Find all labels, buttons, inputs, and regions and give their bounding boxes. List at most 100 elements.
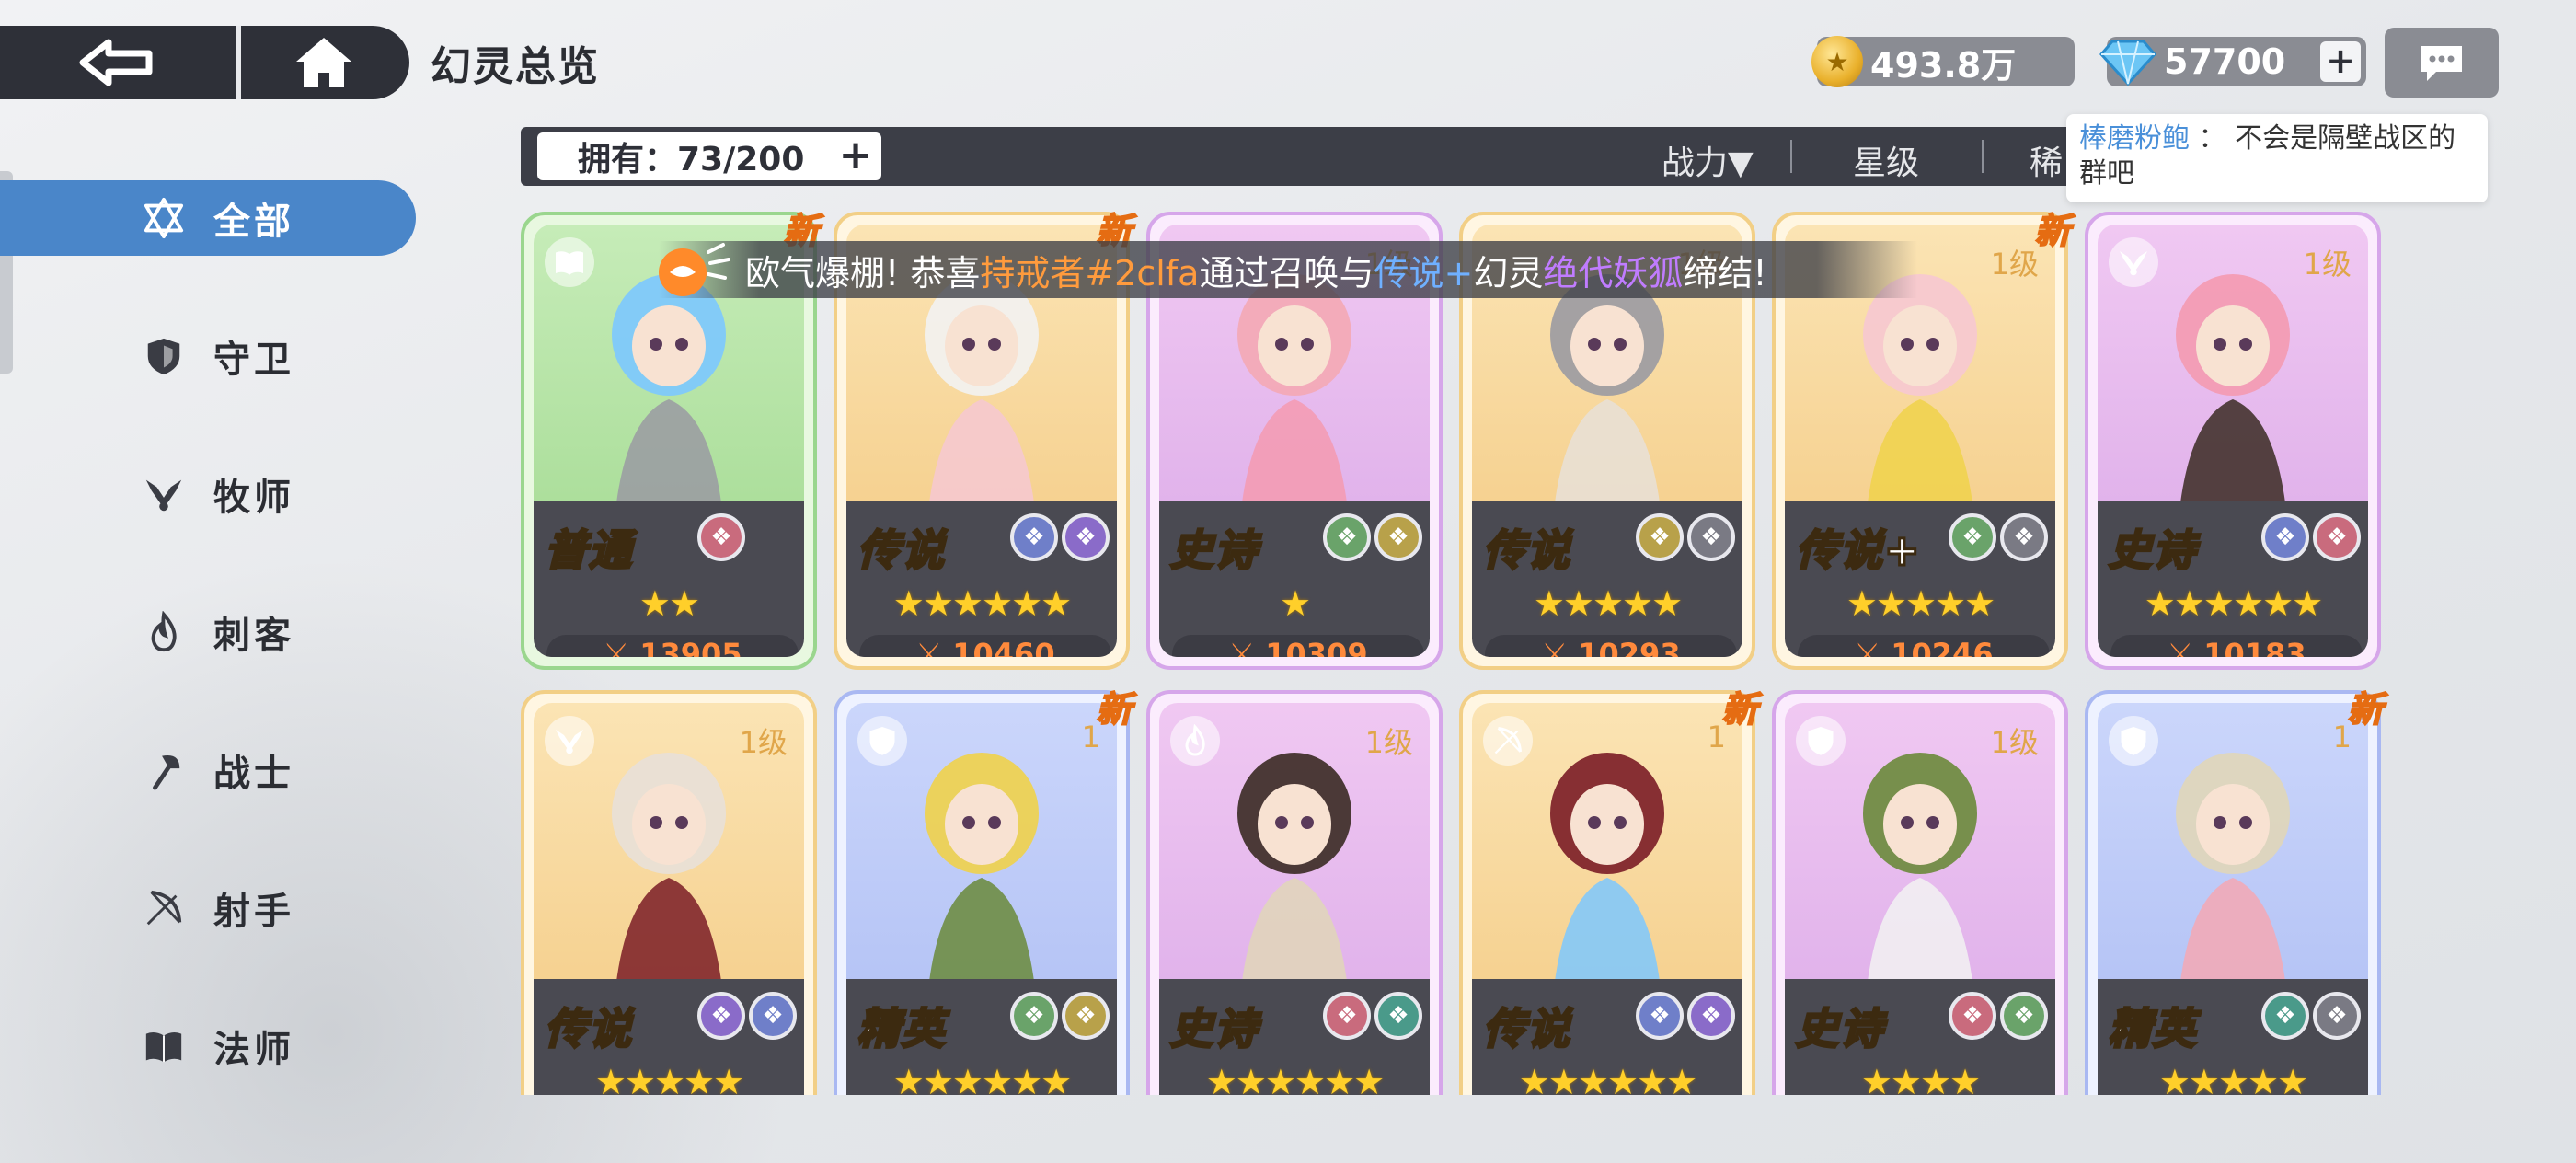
owned-count-label: 拥有：73/200 bbox=[578, 141, 805, 178]
rarity-label: 史诗 bbox=[2108, 524, 2197, 577]
megaphone-icon bbox=[659, 243, 730, 296]
bow-icon bbox=[1483, 716, 1533, 766]
expand-capacity-button[interactable]: + bbox=[835, 135, 876, 177]
level-label: 1级 bbox=[2303, 247, 2352, 282]
character-portrait bbox=[1237, 753, 1351, 1007]
element-icon: ❖ bbox=[1949, 992, 1996, 1040]
spirit-card[interactable]: 传说 ❖ ❖ ★★★★★ 1级 bbox=[521, 690, 817, 1095]
add-gems-button[interactable]: + bbox=[2320, 41, 2361, 82]
sidebar-item[interactable]: 守卫 bbox=[0, 318, 416, 394]
element-icon: ❖ bbox=[1687, 513, 1735, 561]
element-icon: ❖ bbox=[1687, 992, 1735, 1040]
combat-power: ⚔ 10293 bbox=[1485, 635, 1737, 657]
spirit-card[interactable]: 史诗 ❖ ❖ ★★★★ 1级 bbox=[1772, 690, 2068, 1095]
element-icon: ❖ bbox=[2000, 992, 2048, 1040]
top-nav-bar bbox=[0, 26, 409, 99]
character-portrait bbox=[925, 274, 1039, 528]
combat-power: ⚔ 10183 bbox=[2110, 635, 2363, 657]
sort-star-button[interactable]: 星级 bbox=[1853, 136, 1919, 184]
page-title: 幻灵总览 bbox=[431, 43, 600, 90]
rarity-label: 传说 bbox=[1482, 524, 1571, 577]
new-badge: 新 bbox=[1096, 688, 1133, 731]
card-grid: 普通 ❖ ★★ ⚔ 13905 新传说 ❖ ❖ ★★★★★★ ⚔ 10460 新史诗 ❖ ❖ ★ ⚔ 10… bbox=[521, 212, 2398, 1095]
rarity-label: 传说 bbox=[544, 1003, 633, 1055]
combat-power: ⚔ 10460 bbox=[859, 635, 1111, 657]
star-rating: ★★★★★★ bbox=[892, 1062, 1072, 1095]
sort-rarity-button[interactable]: 稀 bbox=[2030, 136, 2063, 184]
element-icon: ❖ bbox=[697, 992, 745, 1040]
element-icon: ❖ bbox=[1010, 513, 1058, 561]
sidebar-item-label: 刺客 bbox=[213, 615, 294, 657]
banner-rarity: 传说+ bbox=[1374, 252, 1474, 294]
sidebar-item[interactable]: 全部 bbox=[0, 180, 416, 256]
spirit-card[interactable]: 精英 ❖ ❖ ★★★★★ 1 新 bbox=[2085, 688, 2384, 1095]
banner-text-4: 缔结! bbox=[1683, 252, 1767, 294]
star-rating: ★★★★★ bbox=[1846, 583, 1995, 624]
back-arrow-icon bbox=[79, 39, 152, 86]
character-portrait bbox=[1863, 274, 1977, 528]
spirit-card[interactable]: 史诗 ❖ ❖ ★★★★★★ 1级 bbox=[1146, 690, 1443, 1095]
card-inner: 史诗 ❖ ❖ ★★★★★★ 1级 bbox=[1159, 703, 1430, 1095]
sidebar-item[interactable]: 战士 bbox=[0, 732, 416, 808]
banner-user: 持戒者#2clfa bbox=[980, 252, 1200, 294]
card-inner: 史诗 ❖ ❖ ★★★★ 1级 bbox=[1785, 703, 2055, 1095]
star-rating: ★★★★★ bbox=[1533, 583, 1683, 624]
character-portrait bbox=[1550, 274, 1664, 528]
sidebar-item[interactable]: 刺客 bbox=[0, 594, 416, 670]
rarity-label: 精英 bbox=[857, 1003, 946, 1055]
element-icon: ❖ bbox=[1949, 513, 1996, 561]
element-icon: ❖ bbox=[1062, 992, 1110, 1040]
level-label: 1级 bbox=[739, 725, 788, 760]
spirit-card[interactable]: 精英 ❖ ❖ ★★★★★★ 1 新 bbox=[834, 688, 1133, 1095]
home-button[interactable] bbox=[241, 26, 407, 99]
element-icon: ❖ bbox=[1636, 992, 1684, 1040]
book-icon bbox=[138, 1020, 190, 1072]
sidebar-item-label: 战士 bbox=[213, 753, 294, 795]
combat-power-value: 13905 bbox=[639, 637, 742, 657]
element-icon: ❖ bbox=[697, 513, 745, 561]
combat-power-value: 10246 bbox=[1891, 637, 1994, 657]
element-icon: ❖ bbox=[2313, 513, 2361, 561]
chat-popup[interactable]: 棒磨粉鲍 ： 不会是隔壁战区的群吧 bbox=[2066, 114, 2488, 202]
sort-power-button[interactable]: 战力▼ bbox=[1662, 136, 1754, 184]
banner-text-3: 幻灵 bbox=[1473, 252, 1544, 294]
summon-announcement-banner: 欧气爆棚! 恭喜 持戒者#2clfa 通过召唤与 传说+ 幻灵 绝代妖狐 缔结! bbox=[659, 241, 1917, 298]
bow-icon bbox=[138, 882, 190, 934]
chat-button[interactable] bbox=[2385, 28, 2499, 98]
flame-icon bbox=[1170, 716, 1220, 766]
gem-currency: 57700 + bbox=[2099, 37, 2366, 86]
combat-power-value: 10460 bbox=[952, 637, 1055, 657]
spirit-card[interactable]: 史诗 ❖ ❖ ★★★★★★ ⚔ 10183 1级 bbox=[2085, 212, 2381, 670]
star-rating: ★★★★★ bbox=[2158, 1062, 2308, 1095]
sidebar-item-label: 全部 bbox=[213, 201, 294, 243]
sidebar-item[interactable]: 牧师 bbox=[0, 456, 416, 532]
card-inner: 传说 ❖ ❖ ★★★★★★ 1 bbox=[1472, 703, 1742, 1095]
star-of-david-icon bbox=[138, 192, 190, 244]
character-portrait bbox=[925, 753, 1039, 1007]
owned-count-box: 拥有：73/200 + bbox=[537, 132, 881, 180]
star-rating: ★ bbox=[1279, 583, 1311, 624]
spirit-card[interactable]: 传说 ❖ ❖ ★★★★★★ 1 新 bbox=[1459, 688, 1758, 1095]
rarity-label: 史诗 bbox=[1169, 524, 1259, 577]
crossed-swords-icon: ⚔ bbox=[1854, 637, 1892, 657]
element-icon: ❖ bbox=[1062, 513, 1110, 561]
card-inner: 史诗 ❖ ❖ ★★★★★★ ⚔ 10183 1级 bbox=[2098, 225, 2368, 657]
sidebar-item[interactable]: 射手 bbox=[0, 870, 416, 946]
new-badge: 新 bbox=[2347, 688, 2384, 731]
star-rating: ★★★★★★ bbox=[892, 583, 1072, 624]
character-portrait bbox=[1863, 753, 1977, 1007]
rarity-label: 史诗 bbox=[1169, 1003, 1259, 1055]
book-icon bbox=[545, 237, 594, 287]
element-icon: ❖ bbox=[2000, 513, 2048, 561]
card-inner: 传说 ❖ ❖ ★★★★★ 1级 bbox=[534, 703, 804, 1095]
element-icon: ❖ bbox=[1374, 992, 1422, 1040]
back-button[interactable] bbox=[0, 26, 241, 99]
level-label: 1级 bbox=[1990, 725, 2039, 760]
new-badge: 新 bbox=[1721, 688, 1758, 731]
separator bbox=[1982, 140, 1984, 173]
axe-icon bbox=[138, 744, 190, 796]
chat-separator: ： bbox=[2198, 122, 2226, 155]
character-portrait bbox=[1550, 753, 1664, 1007]
sidebar-item[interactable]: 法师 bbox=[0, 1008, 416, 1084]
character-portrait bbox=[2176, 274, 2290, 528]
